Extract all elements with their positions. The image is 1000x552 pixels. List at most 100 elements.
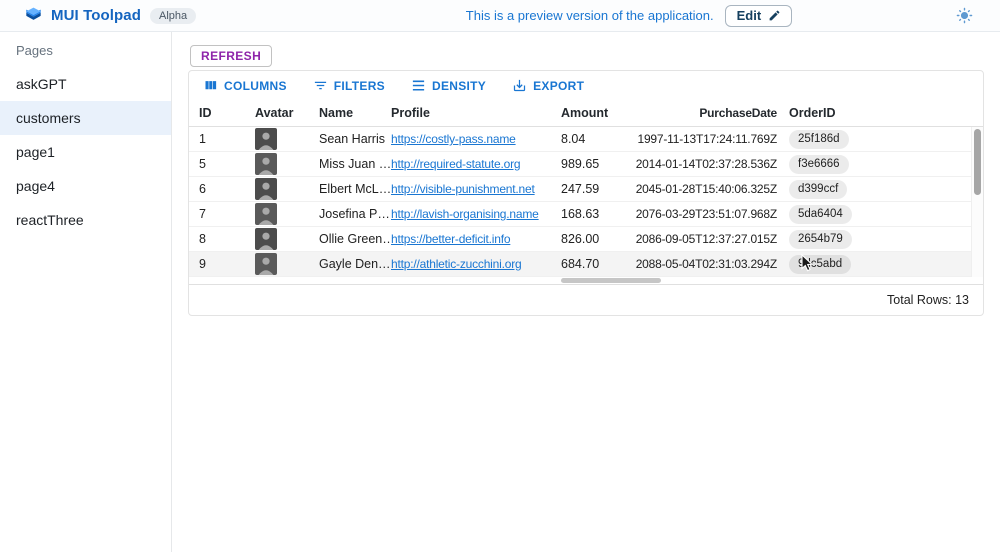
cell-id: 7 bbox=[199, 207, 255, 221]
table-row[interactable]: 7 Josefina P… http://lavish-organising.n… bbox=[189, 202, 983, 227]
sidebar-item-label: customers bbox=[16, 110, 81, 126]
avatar bbox=[255, 253, 277, 275]
download-icon bbox=[512, 78, 527, 93]
alpha-badge: Alpha bbox=[150, 8, 196, 24]
cell-amount: 247.59 bbox=[561, 182, 631, 196]
avatar bbox=[255, 203, 277, 225]
sidebar-nav: askGPT customers page1 page4 reactThree bbox=[0, 67, 171, 237]
columns-button[interactable]: COLUMNS bbox=[198, 75, 292, 96]
cell-avatar bbox=[255, 153, 319, 175]
cell-name: Gayle Den… bbox=[319, 257, 391, 271]
table-row[interactable]: 9 Gayle Den… http://athletic-zucchini.or… bbox=[189, 252, 983, 277]
column-header-profile[interactable]: Profile bbox=[391, 106, 561, 120]
vertical-scrollbar[interactable] bbox=[971, 127, 983, 277]
pencil-icon bbox=[768, 9, 781, 22]
sidebar-item-label: page4 bbox=[16, 178, 55, 194]
preview-text: This is a preview version of the applica… bbox=[466, 8, 714, 23]
density-button[interactable]: DENSITY bbox=[406, 75, 491, 96]
order-id-chip[interactable]: 9dc5abd bbox=[789, 255, 851, 274]
refresh-button[interactable]: REFRESH bbox=[190, 45, 272, 67]
sidebar-item-customers[interactable]: customers bbox=[0, 101, 171, 135]
avatar bbox=[255, 228, 277, 250]
cell-id: 5 bbox=[199, 157, 255, 171]
rows-container: 1 Sean Harris https://costly-pass.name 8… bbox=[189, 127, 983, 277]
cell-profile: https://better-deficit.info bbox=[391, 232, 561, 246]
sidebar-item-reactThree[interactable]: reactThree bbox=[0, 203, 171, 237]
sidebar-item-page1[interactable]: page1 bbox=[0, 135, 171, 169]
cell-amount: 826.00 bbox=[561, 232, 631, 246]
filters-button[interactable]: FILTERS bbox=[308, 75, 390, 96]
cell-avatar bbox=[255, 203, 319, 225]
cell-name: Sean Harris bbox=[319, 132, 391, 146]
cell-profile: https://costly-pass.name bbox=[391, 132, 561, 146]
profile-link[interactable]: http://athletic-zucchini.org bbox=[391, 257, 521, 271]
cell-purchase-date: 2076-03-29T23:51:07.968Z bbox=[631, 207, 777, 221]
column-header-amount[interactable]: Amount bbox=[561, 106, 631, 120]
cell-order-id: f3e6666 bbox=[777, 155, 983, 174]
sidebar-item-askGPT[interactable]: askGPT bbox=[0, 67, 171, 101]
order-id-chip[interactable]: 25f186d bbox=[789, 130, 849, 149]
sidebar-item-page4[interactable]: page4 bbox=[0, 169, 171, 203]
cell-avatar bbox=[255, 128, 319, 150]
table-row[interactable]: 8 Ollie Green… https://better-deficit.in… bbox=[189, 227, 983, 252]
order-id-chip[interactable]: 5da6404 bbox=[789, 205, 852, 224]
order-id-chip[interactable]: f3e6666 bbox=[789, 155, 849, 174]
cell-name: Josefina P… bbox=[319, 207, 391, 221]
table-body: 1 Sean Harris https://costly-pass.name 8… bbox=[189, 127, 983, 277]
cell-amount: 168.63 bbox=[561, 207, 631, 221]
cell-amount: 989.65 bbox=[561, 157, 631, 171]
filter-list-icon bbox=[313, 78, 328, 93]
order-id-chip[interactable]: d399ccf bbox=[789, 180, 847, 199]
cell-purchase-date: 2088-05-04T02:31:03.294Z bbox=[631, 257, 777, 271]
page-content: REFRESH COLUMNS FILTERS DENSITY bbox=[173, 32, 1000, 552]
profile-link[interactable]: http://required-statute.org bbox=[391, 157, 520, 171]
column-header-purchasedate[interactable]: PurchaseDate bbox=[631, 106, 777, 120]
cell-name: Miss Juan … bbox=[319, 157, 391, 171]
sidebar: Pages askGPT customers page1 page4 react… bbox=[0, 32, 172, 552]
data-grid: COLUMNS FILTERS DENSITY EXPORT bbox=[188, 70, 984, 316]
table-row[interactable]: 5 Miss Juan … http://required-statute.or… bbox=[189, 152, 983, 177]
sidebar-item-label: askGPT bbox=[16, 76, 67, 92]
column-header-avatar[interactable]: Avatar bbox=[255, 106, 319, 120]
sidebar-item-label: reactThree bbox=[16, 212, 84, 228]
order-id-chip[interactable]: 2654b79 bbox=[789, 230, 852, 249]
grid-toolbar: COLUMNS FILTERS DENSITY EXPORT bbox=[189, 71, 983, 100]
column-header-id[interactable]: ID bbox=[199, 106, 255, 120]
export-button[interactable]: EXPORT bbox=[507, 75, 589, 96]
columns-button-label: COLUMNS bbox=[224, 79, 287, 93]
table-row[interactable]: 6 Elbert McL… http://visible-punishment.… bbox=[189, 177, 983, 202]
cell-purchase-date: 2086-09-05T12:37:27.015Z bbox=[631, 232, 777, 246]
export-button-label: EXPORT bbox=[533, 79, 584, 93]
column-header-name[interactable]: Name bbox=[319, 106, 391, 120]
cell-id: 8 bbox=[199, 232, 255, 246]
cell-order-id: 25f186d bbox=[777, 130, 983, 149]
avatar bbox=[255, 128, 277, 150]
avatar bbox=[255, 153, 277, 175]
grid-header-row: ID Avatar Name Profile Amount PurchaseDa… bbox=[189, 100, 983, 127]
table-row[interactable]: 1 Sean Harris https://costly-pass.name 8… bbox=[189, 127, 983, 152]
view-column-icon bbox=[203, 78, 218, 93]
toolpad-logo-icon bbox=[25, 7, 42, 24]
profile-link[interactable]: http://visible-punishment.net bbox=[391, 182, 535, 196]
sidebar-item-label: page1 bbox=[16, 144, 55, 160]
horizontal-scrollbar-thumb[interactable] bbox=[561, 278, 661, 283]
cell-avatar bbox=[255, 228, 319, 250]
column-header-orderid[interactable]: OrderID bbox=[777, 106, 983, 120]
profile-link[interactable]: https://costly-pass.name bbox=[391, 132, 516, 146]
grid-footer: Total Rows: 13 bbox=[189, 284, 983, 315]
cell-avatar bbox=[255, 178, 319, 200]
cell-profile: http://required-statute.org bbox=[391, 157, 561, 171]
cell-purchase-date: 2014-01-14T02:37:28.536Z bbox=[631, 157, 777, 171]
cell-profile: http://lavish-organising.name bbox=[391, 207, 561, 221]
cell-amount: 8.04 bbox=[561, 132, 631, 146]
cell-id: 1 bbox=[199, 132, 255, 146]
profile-link[interactable]: https://better-deficit.info bbox=[391, 232, 510, 246]
edit-button[interactable]: Edit bbox=[725, 5, 793, 27]
profile-link[interactable]: http://lavish-organising.name bbox=[391, 207, 539, 221]
light-mode-sun-icon bbox=[956, 7, 973, 24]
vertical-scrollbar-thumb[interactable] bbox=[974, 129, 981, 195]
theme-toggle-button[interactable] bbox=[954, 5, 975, 26]
preview-banner: This is a preview version of the applica… bbox=[330, 5, 928, 27]
total-rows-label: Total Rows: 13 bbox=[887, 293, 969, 307]
horizontal-scrollbar[interactable] bbox=[189, 277, 983, 284]
